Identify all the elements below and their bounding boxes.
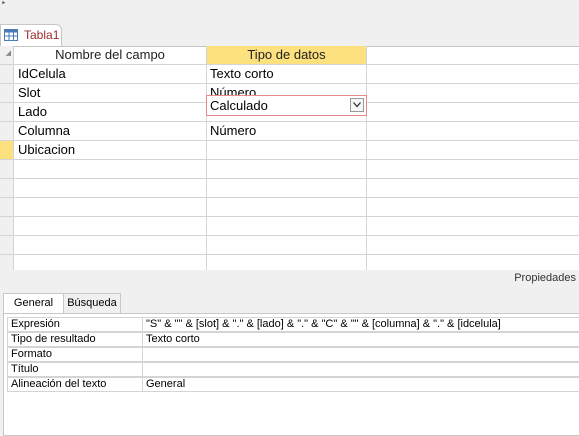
field-name-cell[interactable]: Ubicacion <box>14 141 207 160</box>
expression-field[interactable]: "S" & "" & [slot] & "." & [lado] & "." &… <box>143 317 579 332</box>
empty-row[interactable] <box>0 179 579 198</box>
grid-header-row: ◢ Nombre del campo Tipo de datos <box>0 46 579 65</box>
description-cell[interactable] <box>367 65 579 84</box>
property-label: Expresión <box>7 317 143 332</box>
property-label: Alineación del texto <box>7 377 143 392</box>
field-name-cell[interactable]: Lado <box>14 103 207 122</box>
document-tab-strip <box>0 22 579 47</box>
tab-lookup[interactable]: Búsqueda <box>64 293 121 314</box>
header-description[interactable] <box>367 46 579 65</box>
data-type-combo[interactable]: Calculado <box>206 95 367 116</box>
caption-field[interactable] <box>143 362 579 377</box>
property-row[interactable]: Alineación del texto General <box>7 377 579 392</box>
format-field[interactable] <box>143 347 579 362</box>
ribbon-area: ‣ <box>0 0 579 22</box>
row-selector[interactable] <box>0 84 14 103</box>
data-type-cell-editing[interactable] <box>207 141 367 160</box>
data-type-cell[interactable]: Número <box>207 122 367 141</box>
description-cell[interactable] <box>367 103 579 122</box>
empty-row[interactable] <box>0 217 579 236</box>
table-row[interactable]: Columna Número <box>0 122 579 141</box>
property-label: Título <box>7 362 143 377</box>
header-field-name[interactable]: Nombre del campo <box>14 46 207 65</box>
field-name-cell[interactable]: Slot <box>14 84 207 103</box>
table-icon <box>4 29 18 41</box>
empty-row[interactable] <box>0 198 579 217</box>
field-name-cell[interactable]: Columna <box>14 122 207 141</box>
property-row[interactable]: Tipo de resultado Texto corto <box>7 332 579 347</box>
chevron-down-icon[interactable] <box>350 98 364 112</box>
properties-panel: Expresión "S" & "" & [slot] & "." & [lad… <box>3 313 579 436</box>
property-row[interactable]: Formato <box>7 347 579 362</box>
properties-title: Propiedades <box>514 272 576 284</box>
tab-general[interactable]: General <box>3 293 64 314</box>
table-row-selected[interactable]: Ubicacion <box>0 141 579 160</box>
text-align-field[interactable]: General <box>143 377 579 392</box>
property-label: Formato <box>7 347 143 362</box>
tab-tabla1[interactable]: Tabla1 <box>0 24 62 46</box>
property-row[interactable]: Título <box>7 362 579 377</box>
description-cell[interactable] <box>367 122 579 141</box>
tab-label: Tabla1 <box>24 28 60 42</box>
property-row[interactable]: Expresión "S" & "" & [slot] & "." & [lad… <box>7 317 579 332</box>
empty-row[interactable] <box>0 236 579 255</box>
field-name-cell[interactable]: IdCelula <box>14 65 207 84</box>
property-label: Tipo de resultado <box>7 332 143 347</box>
header-data-type[interactable]: Tipo de datos <box>207 46 367 65</box>
row-selector-current[interactable] <box>0 141 14 160</box>
table-row[interactable]: IdCelula Texto corto <box>0 65 579 84</box>
ribbon-corner-glyph: ‣ <box>1 0 7 8</box>
select-all-corner[interactable]: ◢ <box>0 46 14 65</box>
data-type-combo-value: Calculado <box>210 98 268 113</box>
description-cell[interactable] <box>367 141 579 160</box>
empty-row[interactable] <box>0 160 579 179</box>
row-selector[interactable] <box>0 103 14 122</box>
description-cell[interactable] <box>367 84 579 103</box>
data-type-cell[interactable]: Texto corto <box>207 65 367 84</box>
result-type-field[interactable]: Texto corto <box>143 332 579 347</box>
row-selector[interactable] <box>0 65 14 84</box>
row-selector[interactable] <box>0 122 14 141</box>
